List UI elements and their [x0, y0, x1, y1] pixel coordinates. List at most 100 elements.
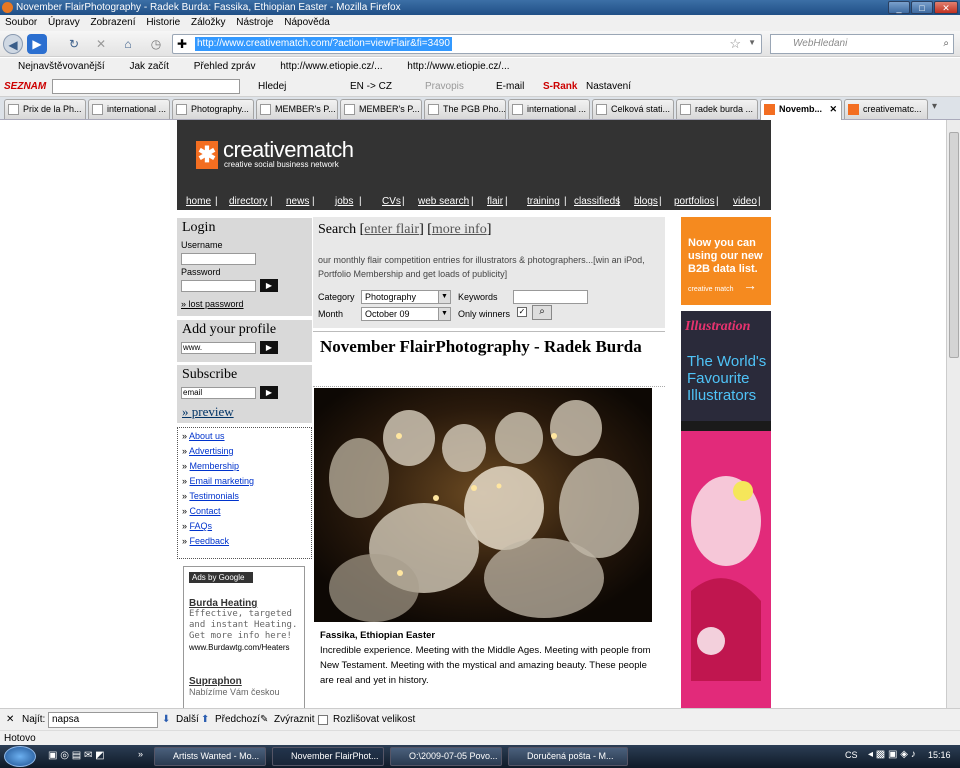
bookmark-etiopie-2[interactable]: http://www.etiopie.cz/... — [407, 61, 509, 72]
nav-directory[interactable]: directory — [229, 194, 267, 210]
tab-4[interactable]: MEMBER's P... — [256, 99, 338, 119]
seznam-logo[interactable]: SEZNAM — [4, 76, 46, 97]
taskbar-item-3[interactable]: O:\2009-07-05 Povo... — [390, 747, 502, 766]
winners-checkbox[interactable]: ✓ — [517, 307, 527, 317]
more-info-link[interactable]: more info — [432, 222, 487, 237]
advertising-link[interactable]: Advertising — [189, 446, 234, 456]
ad1-title[interactable]: Burda Heating — [189, 598, 299, 609]
search-input[interactable]: WebHledani ⌕ — [770, 34, 954, 54]
clock[interactable]: 15:16 — [928, 750, 951, 760]
b2b-data-ad[interactable]: Now you can using our new B2B data list.… — [681, 217, 771, 305]
close-tab-icon[interactable]: ✕ — [829, 100, 837, 119]
history-icon[interactable]: ◷ — [146, 34, 166, 54]
url-dropdown-icon[interactable]: ▼ — [748, 38, 756, 47]
match-case-checkbox[interactable] — [318, 715, 328, 725]
settings-button[interactable]: Nastavení — [586, 76, 631, 97]
back-button[interactable]: ◀ — [3, 34, 23, 54]
nav-training[interactable]: training — [527, 194, 560, 210]
stop-icon[interactable]: ✕ — [91, 34, 111, 54]
menu-view[interactable]: Zobrazení — [91, 17, 136, 28]
month-select[interactable]: October 09 ▼ — [361, 307, 451, 321]
find-next-button[interactable]: Další — [176, 709, 199, 731]
minimize-button[interactable]: _ — [888, 1, 910, 14]
language-indicator[interactable]: CS — [845, 750, 858, 760]
menu-edit[interactable]: Úpravy — [48, 17, 80, 28]
faqs-link[interactable]: FAQs — [190, 521, 213, 531]
scrollbar-thumb[interactable] — [949, 132, 959, 358]
keywords-input[interactable] — [513, 290, 588, 304]
creativematch-logo-icon[interactable]: ✱ — [196, 141, 218, 169]
menu-help[interactable]: Nápověda — [284, 17, 330, 28]
spellcheck-button[interactable]: Pravopis — [425, 76, 464, 97]
profile-go-button[interactable]: ▶ — [260, 341, 278, 354]
email-button[interactable]: E-mail — [496, 76, 524, 97]
tab-7[interactable]: international ... — [508, 99, 590, 119]
subscribe-go-button[interactable]: ▶ — [260, 386, 278, 399]
about-us-link[interactable]: About us — [189, 431, 225, 441]
illustration-ad[interactable]: Illustration The World's Favourite Illus… — [681, 311, 771, 708]
close-find-icon[interactable]: ✕ — [6, 709, 14, 731]
taskbar-item-1[interactable]: Artists Wanted - Mo... — [154, 747, 266, 766]
tab-8[interactable]: Celková stati... — [592, 99, 674, 119]
menu-file[interactable]: Soubor — [5, 17, 37, 28]
feedback-link[interactable]: Feedback — [190, 536, 230, 546]
nav-jobs[interactable]: jobs — [335, 194, 353, 210]
tab-9[interactable]: radek burda ... — [676, 99, 758, 119]
highlight-button[interactable]: Zvýraznit — [274, 709, 315, 731]
forward-button[interactable]: ▶ — [27, 34, 47, 54]
password-field[interactable] — [181, 280, 256, 292]
bookmark-news[interactable]: Přehled zpráv — [194, 61, 256, 72]
maximize-button[interactable]: □ — [911, 1, 933, 14]
contact-link[interactable]: Contact — [190, 506, 221, 516]
page-scrollbar[interactable] — [946, 120, 960, 708]
enter-flair-link[interactable]: enter flair — [364, 222, 419, 237]
tab-2[interactable]: international ... — [88, 99, 170, 119]
nav-home[interactable]: home — [186, 194, 211, 210]
bookmark-star-icon[interactable]: ☆ — [729, 36, 741, 52]
preview-link[interactable]: » preview — [182, 404, 234, 420]
nav-video[interactable]: video — [733, 194, 757, 210]
translate-button[interactable]: EN -> CZ — [350, 76, 392, 97]
taskbar-item-2[interactable]: November FlairPhot... — [272, 747, 384, 766]
tab-6[interactable]: The PGB Pho... — [424, 99, 506, 119]
find-previous-button[interactable]: Předchozí — [215, 709, 260, 731]
ads-by-google-badge[interactable]: Ads by Google — [189, 572, 253, 583]
lost-password-link[interactable]: » lost password — [181, 299, 244, 309]
nav-classifieds[interactable]: classifieds — [574, 194, 620, 210]
tab-1[interactable]: Prix de la Ph... — [4, 99, 86, 119]
close-window-button[interactable]: ✕ — [934, 1, 958, 14]
menu-bookmarks[interactable]: Záložky — [191, 17, 225, 28]
flair-photo[interactable] — [314, 388, 652, 622]
bookmark-most-visited[interactable]: Nejnavštěvovanější — [18, 61, 105, 72]
menu-tools[interactable]: Nástroje — [236, 17, 273, 28]
find-input[interactable]: napsa — [48, 712, 158, 728]
nav-cvs[interactable]: CVs — [382, 194, 401, 210]
tray-icons[interactable]: ◂ ▩ ▣ ◈ ♪ — [868, 749, 916, 760]
bookmark-etiopie-1[interactable]: http://www.etiopie.cz/... — [280, 61, 382, 72]
category-select[interactable]: Photography ▼ — [361, 290, 451, 304]
seznam-search-input[interactable] — [52, 79, 240, 94]
membership-link[interactable]: Membership — [190, 461, 240, 471]
testimonials-link[interactable]: Testimonials — [189, 491, 239, 501]
tab-11[interactable]: creativematc... — [844, 99, 928, 119]
nav-portfolios[interactable]: portfolios — [674, 194, 715, 210]
nav-news[interactable]: news — [286, 194, 309, 210]
email-marketing-link[interactable]: Email marketing — [190, 476, 255, 486]
ad1-url[interactable]: www.Burdawtg.com/Heaters — [189, 643, 299, 652]
taskbar-item-4[interactable]: Doručená pošta - M... — [508, 747, 628, 766]
nav-flair[interactable]: flair — [487, 194, 503, 210]
subscribe-email-field[interactable]: email — [181, 387, 256, 399]
tab-list-icon[interactable]: ▾ — [932, 101, 937, 112]
seznam-search-button[interactable]: Hledej — [258, 76, 286, 97]
url-bar[interactable]: ✚ http://www.creativematch.com/?action=v… — [172, 34, 762, 54]
more-icon[interactable]: » — [138, 749, 143, 759]
ad2-title[interactable]: Supraphon — [189, 676, 299, 687]
search-icon[interactable]: ⌕ — [943, 35, 949, 53]
start-button[interactable] — [4, 746, 36, 767]
srank-button[interactable]: S-Rank — [543, 76, 577, 97]
nav-blogs[interactable]: blogs — [634, 194, 658, 210]
reload-icon[interactable]: ↻ — [64, 34, 84, 54]
tab-active[interactable]: Novemb... ✕ — [760, 99, 842, 120]
username-field[interactable] — [181, 253, 256, 265]
menu-history[interactable]: Historie — [146, 17, 180, 28]
